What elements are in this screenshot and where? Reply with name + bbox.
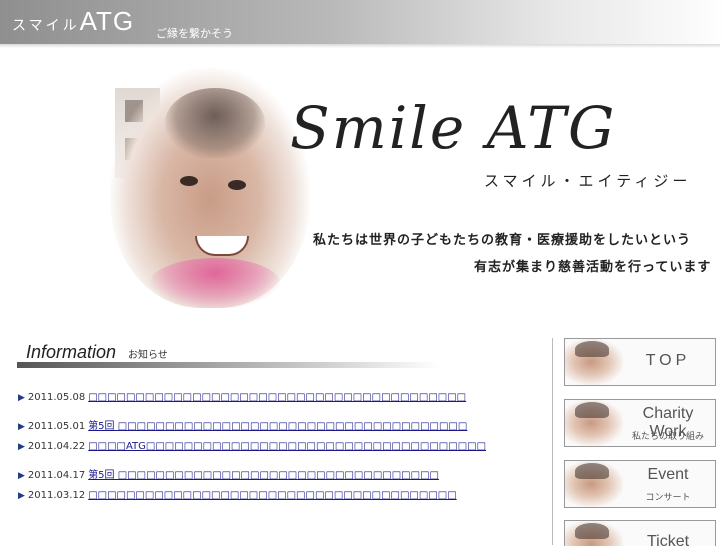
news-date: 2011.04.22 (27, 441, 86, 452)
hero-description-line1: 私たちは世界の子どもたちの教育・医療援助をしたいという (313, 233, 692, 248)
news-item: ▶ 2011.03.12 □□□□□□□□□□□□□□□□□□□□□□□□□□□□□… (18, 490, 548, 515)
news-link[interactable]: □□□□□□□□□□□□□□□□□□□□□□□□□□□□□□□□□□□□□□□ (88, 490, 456, 501)
news-link[interactable]: 第5回 □□□□□□□□□□□□□□□□□□□□□□□□□□□□□□□□□□□□… (88, 421, 467, 432)
nav-thumbnail (565, 400, 623, 446)
nav-event-button[interactable]: Event コンサート (564, 460, 716, 508)
nav-label: Ticket (646, 533, 690, 546)
nav-top-button[interactable]: TOP (564, 338, 716, 386)
nav-label: TOP (645, 352, 691, 369)
news-item: ▶ 2011.04.17 第5回 □□□□□□□□□□□□□□□□□□□□□□□□□… (18, 466, 548, 491)
news-item: ▶ 2011.05.08 □□□□□□□□□□□□□□□□□□□□□□□□□□□□□… (18, 392, 548, 417)
news-date: 2011.05.01 (27, 420, 86, 432)
news-item: ▶ 2011.04.22 □□□□ATG□□□□□□□□□□□□□□□□□□□□□□… (18, 441, 548, 466)
nav-charity-work-button[interactable]: Charity Work 私たちの取り組み (564, 399, 716, 447)
news-item: ▶ 2011.05.01 第5回 □□□□□□□□□□□□□□□□□□□□□□□□□… (18, 417, 548, 442)
hero-logo-kana: スマイル・エイティジー (484, 172, 692, 190)
hero-logo: Smile ATG (290, 94, 617, 162)
news-link[interactable]: 第5回 □□□□□□□□□□□□□□□□□□□□□□□□□□□□□□□□□□ (88, 470, 439, 481)
nav-thumbnail (565, 521, 623, 546)
news-date: 2011.03.12 (27, 490, 86, 501)
info-divider (17, 362, 440, 368)
sidebar-divider (552, 338, 553, 545)
nav-label: Event (647, 466, 689, 483)
info-subheading: お知らせ (128, 350, 168, 361)
hero-description-line2: 有志が集まり慈善活動を行っています (474, 260, 712, 275)
hero-banner: Smile ATG スマイル・エイティジー 私たちは世界の子どもたちの教育・医療… (0, 48, 727, 318)
triangle-right-icon: ▶ (18, 442, 25, 452)
site-tagline: ご縁を繋かそう (156, 27, 233, 40)
site-header: スマイルATG ご縁を繋かそう (0, 0, 727, 44)
triangle-right-icon: ▶ (18, 393, 25, 403)
triangle-right-icon: ▶ (18, 470, 25, 481)
news-list: ▶ 2011.05.08 □□□□□□□□□□□□□□□□□□□□□□□□□□□□□… (18, 392, 548, 515)
nav-thumbnail (565, 339, 623, 385)
nav-thumbnail (565, 461, 623, 507)
brand-kana: スマイル (12, 17, 80, 33)
triangle-right-icon: ▶ (18, 421, 25, 432)
hero-child-photo (110, 68, 310, 308)
nav-ticket-button[interactable]: Ticket (564, 520, 716, 546)
news-date: 2011.04.17 (27, 469, 86, 481)
brand-latin: ATG (79, 6, 135, 36)
news-link[interactable]: □□□□ATG□□□□□□□□□□□□□□□□□□□□□□□□□□□□□□□□□… (88, 441, 486, 452)
info-heading: Information (26, 342, 117, 362)
nav-sublabel: コンサート (645, 493, 691, 503)
nav-sublabel: 私たちの取り組み (631, 432, 704, 442)
news-link[interactable]: □□□□□□□□□□□□□□□□□□□□□□□□□□□□□□□□□□□□□□□□ (88, 392, 466, 403)
site-brand[interactable]: スマイルATG (12, 6, 134, 37)
news-date: 2011.05.08 (27, 392, 86, 403)
triangle-right-icon: ▶ (18, 491, 25, 501)
